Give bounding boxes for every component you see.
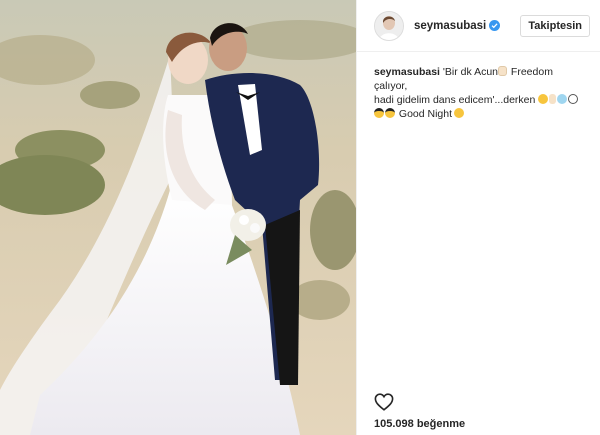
sunglasses-face-emoji: [385, 108, 395, 118]
hand-emoji: [498, 66, 508, 76]
caption-text-2: hadi gidelim dans edicem'...derken: [374, 94, 539, 106]
hushed-face-emoji: [538, 94, 549, 104]
avatar[interactable]: [374, 10, 404, 41]
post-actions: [374, 393, 394, 416]
instagram-post: seymasubasi Takiptesin seymasubasi 'Bir …: [0, 0, 600, 435]
headphones-emoji: [568, 94, 579, 104]
sleeping-face-emoji: [454, 108, 465, 118]
caption-text-3: Good Night: [396, 108, 453, 120]
verified-badge-icon: [489, 20, 501, 31]
avatar-image: [375, 11, 403, 40]
following-button[interactable]: Takiptesin: [520, 14, 590, 37]
heart-outline-icon[interactable]: [374, 393, 394, 411]
caption-text-1: 'Bir dk Acun: [442, 66, 499, 78]
post-caption: seymasubasi 'Bir dk Acun Freedom çalıyor…: [357, 52, 600, 121]
hand-emoji: [549, 94, 557, 104]
post-photo[interactable]: [0, 0, 356, 435]
sun-cloud-emoji: [557, 94, 568, 104]
sunglasses-face-emoji: [374, 108, 384, 118]
caption-username[interactable]: seymasubasi: [374, 66, 440, 78]
post-sidebar: seymasubasi Takiptesin seymasubasi 'Bir …: [356, 0, 600, 435]
wedding-photo-illustration: [0, 0, 356, 435]
post-header: seymasubasi Takiptesin: [357, 0, 600, 52]
like-count[interactable]: 105.098 beğenme: [374, 418, 465, 430]
header-username[interactable]: seymasubasi: [414, 20, 486, 32]
